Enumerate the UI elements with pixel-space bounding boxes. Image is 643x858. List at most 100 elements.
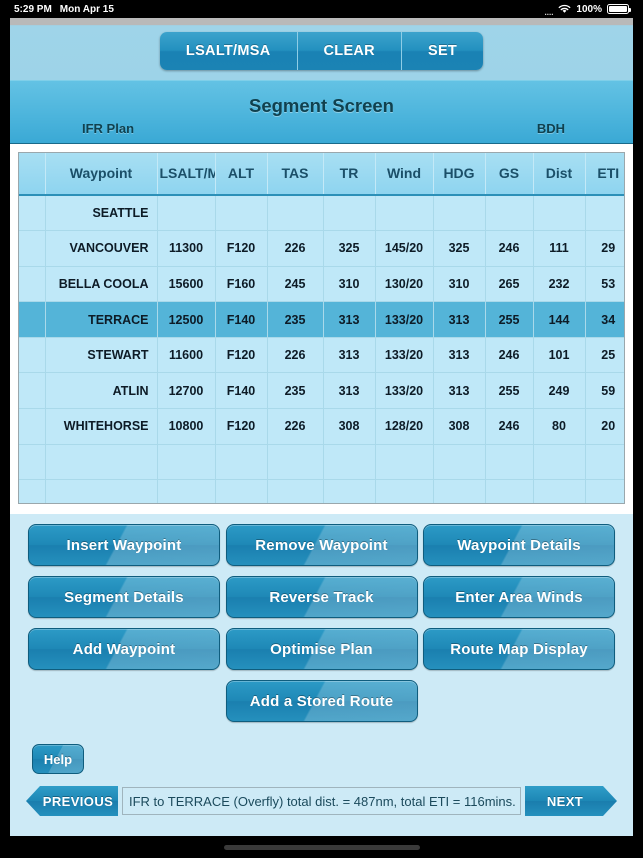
row-selector-cell[interactable] (19, 195, 46, 232)
row-selector-cell[interactable] (19, 444, 46, 481)
remove-waypoint-button[interactable]: Remove Waypoint (225, 524, 418, 566)
cell-eti: 34 (585, 301, 624, 338)
cell-dist (533, 479, 586, 503)
cell-tr: 313 (323, 301, 376, 338)
status-date: Mon Apr 15 (59, 3, 114, 15)
cell-gs: 246 (485, 408, 534, 445)
cell-tr (323, 195, 376, 232)
cell-dist: 101 (533, 337, 586, 374)
cell-tas (267, 195, 324, 232)
cell-hdg: 325 (433, 230, 486, 267)
cell-tr: 313 (323, 372, 376, 410)
cell-alt: F140 (215, 372, 268, 410)
cell-wind: 130/20 (375, 266, 434, 303)
waypoint-table: Waypoint LSALT/MSA ALT TAS TR Wind HDG G… (19, 153, 624, 503)
cell-lsalt (157, 195, 216, 232)
cell-wind: 133/20 (375, 337, 434, 374)
lsalt-segmented-control[interactable]: LSALT/MSA CLEAR SET (159, 32, 484, 70)
table-row[interactable] (19, 444, 624, 481)
table-row[interactable]: WHITEHORSE 10800 F120 226 308 128/20 308 246 80 2… (19, 408, 624, 445)
battery-percent: 100% (576, 3, 602, 15)
cell-dist: 111 (533, 230, 586, 267)
cell-tas (267, 479, 324, 503)
waypoint-details-button[interactable]: Waypoint Details (423, 524, 615, 566)
table-row[interactable]: ATLIN 12700 F140 235 313 133/20 313 255 249 59 (19, 372, 624, 410)
cell-tas: 245 (267, 266, 324, 303)
cell-alt: F120 (215, 230, 268, 267)
top-toolbar: LSALT/MSA CLEAR SET (10, 18, 633, 80)
reverse-track-button[interactable]: Reverse Track (225, 576, 418, 618)
cell-lsalt: 12700 (157, 372, 216, 410)
segment-details-button[interactable]: Segment Details (28, 576, 220, 618)
optimise-plan-button[interactable]: Optimise Plan (225, 628, 418, 670)
segment-clear[interactable]: CLEAR (297, 32, 402, 70)
cell-gs (485, 444, 534, 481)
cell-dist: 232 (533, 266, 586, 303)
cell-waypoint: WHITEHORSE (45, 408, 158, 445)
row-selector-cell[interactable] (19, 301, 46, 338)
cell-waypoint: ATLIN (45, 372, 158, 410)
cell-tas: 226 (267, 230, 324, 267)
status-bar-right: .... 100% (545, 3, 631, 17)
add-waypoint-button[interactable]: Add Waypoint (28, 628, 220, 670)
cell-dist: 80 (533, 408, 586, 445)
cell-waypoint: TERRACE (45, 301, 158, 338)
previous-button[interactable]: PREVIOUS (26, 786, 118, 816)
enter-area-winds-button[interactable]: Enter Area Winds (423, 576, 615, 618)
help-row: Help (10, 732, 633, 774)
bottom-nav-bar: PREVIOUS IFR to TERRACE (Overfly) total … (10, 774, 633, 816)
column-header-wind: Wind (375, 153, 434, 196)
cell-lsalt: 11600 (157, 337, 216, 374)
table-row[interactable]: SEATTLE (19, 195, 624, 232)
help-button[interactable]: Help (32, 744, 84, 774)
cell-hdg: 310 (433, 266, 486, 303)
cell-alt (215, 444, 268, 481)
action-row-2: Segment Details Reverse Track Enter Area… (28, 576, 615, 618)
cell-alt: F160 (215, 266, 268, 303)
next-button[interactable]: NEXT (525, 786, 617, 816)
cell-alt: F140 (215, 301, 268, 338)
title-bar: Segment Screen IFR Plan BDH (10, 80, 633, 144)
cell-tr (323, 479, 376, 503)
cell-tas (267, 444, 324, 481)
action-row-3: Add Waypoint Optimise Plan Route Map Dis… (28, 628, 615, 670)
row-selector-cell[interactable] (19, 479, 46, 503)
row-selector-cell[interactable] (19, 266, 46, 303)
segment-set[interactable]: SET (401, 32, 484, 70)
aircraft-label: BDH (536, 121, 565, 136)
cell-gs (485, 195, 534, 232)
cell-waypoint (45, 444, 158, 481)
cell-dist: 144 (533, 301, 586, 338)
app-screen: LSALT/MSA CLEAR SET Segment Screen IFR P… (10, 18, 633, 836)
cell-lsalt (157, 444, 216, 481)
column-header-waypoint: Waypoint (45, 153, 158, 196)
add-stored-route-button[interactable]: Add a Stored Route (225, 680, 418, 722)
cell-wind (375, 479, 434, 503)
waypoint-table-container[interactable]: Waypoint LSALT/MSA ALT TAS TR Wind HDG G… (18, 152, 625, 504)
table-row[interactable]: TERRACE 12500 F140 235 313 133/20 313 255 144 34 (19, 301, 624, 338)
table-header-row: Waypoint LSALT/MSA ALT TAS TR Wind HDG G… (19, 153, 624, 196)
status-bar: 5:29 PM Mon Apr 15 .... 100% (0, 0, 643, 18)
cell-eti: 29 (585, 230, 624, 267)
table-row[interactable]: VANCOUVER 11300 F120 226 325 145/20 325 246 111 2… (19, 230, 624, 267)
table-row[interactable] (19, 479, 624, 503)
cell-lsalt: 15600 (157, 266, 216, 303)
cell-lsalt (157, 479, 216, 503)
row-selector-cell[interactable] (19, 230, 46, 267)
table-row[interactable]: BELLA COOLA 15600 F160 245 310 130/20 310 265 23… (19, 266, 624, 303)
cell-hdg: 308 (433, 408, 486, 445)
cell-alt: F120 (215, 408, 268, 445)
row-selector-cell[interactable] (19, 372, 46, 410)
insert-waypoint-button[interactable]: Insert Waypoint (28, 524, 220, 566)
row-selector-cell[interactable] (19, 408, 46, 445)
cell-tas: 226 (267, 337, 324, 374)
segment-lsalt-msa[interactable]: LSALT/MSA (159, 32, 298, 70)
route-map-display-button[interactable]: Route Map Display (423, 628, 615, 670)
table-row[interactable]: STEWART 11600 F120 226 313 133/20 313 246 101 25 (19, 337, 624, 374)
cell-dist (533, 195, 586, 232)
cell-gs: 246 (485, 337, 534, 374)
cell-waypoint: BELLA COOLA (45, 266, 158, 303)
cell-tr: 310 (323, 266, 376, 303)
row-selector-cell[interactable] (19, 337, 46, 374)
cell-hdg: 313 (433, 337, 486, 374)
